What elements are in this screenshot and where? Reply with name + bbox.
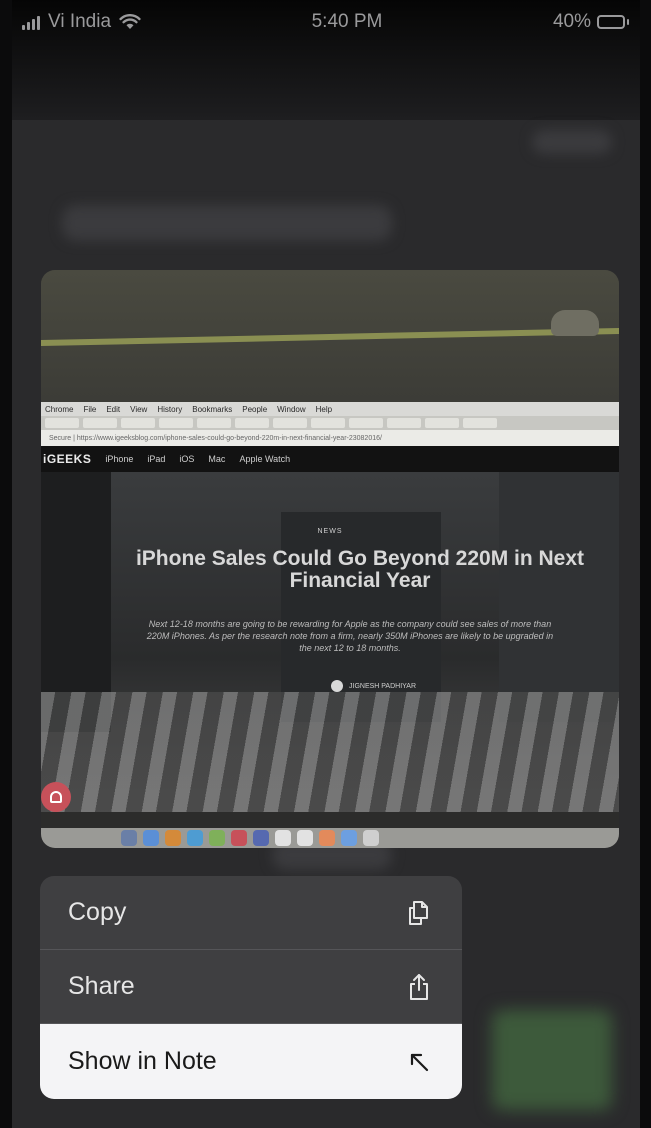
background-blur-image: [492, 1010, 612, 1110]
site-nav: iGEEKS iPhone iPad iOS Mac Apple Watch: [41, 446, 619, 472]
browser-menu-item: People: [242, 404, 268, 414]
copy-label: Copy: [68, 898, 127, 926]
browser-menu-item: View: [130, 404, 148, 414]
site-nav-item: Apple Watch: [239, 454, 291, 464]
site-logo: iGEEKS: [43, 452, 92, 466]
preview-card[interactable]: Chrome File Edit View History Bookmarks …: [41, 270, 619, 848]
copy-menu-item[interactable]: Copy: [40, 876, 462, 950]
notification-bell-icon: [41, 782, 71, 812]
status-left: Vi India: [22, 11, 141, 33]
browser-menu-item: Bookmarks: [192, 404, 233, 414]
browser-menubar: Chrome File Edit View History Bookmarks …: [41, 402, 619, 416]
photo-monitor-screen: Chrome File Edit View History Bookmarks …: [41, 402, 619, 848]
context-menu: Copy Share Show in Note: [40, 876, 462, 1099]
status-time: 5:40 PM: [311, 11, 383, 32]
browser-menu-item: Window: [277, 404, 306, 414]
browser-menu-item: Chrome: [45, 404, 74, 414]
copy-icon: [409, 900, 428, 925]
battery-percent: 40%: [552, 11, 591, 32]
article-tag: NEWS: [317, 528, 343, 535]
author-name: JIGNESH PADHIYAR: [349, 682, 417, 690]
arrow-up-left-icon: [410, 1053, 429, 1071]
share-label: Share: [68, 972, 135, 1000]
share-icon: [410, 973, 428, 1000]
status-bar: Vi India 5:40 PM 40%: [0, 0, 651, 44]
status-right: 40%: [553, 11, 629, 33]
article-author: JIGNESH PADHIYAR: [331, 680, 416, 692]
wifi-icon: [119, 14, 141, 29]
signal-icon: [22, 14, 40, 30]
photo-cup: [551, 310, 599, 336]
article-hero: NEWS iPhone Sales Could Go Beyond 220M i…: [41, 472, 619, 812]
author-avatar: [331, 680, 343, 692]
article-headline: iPhone Sales Could Go Beyond 220M in Nex…: [135, 547, 585, 592]
browser-menu-item: History: [157, 404, 183, 414]
carrier-label: Vi India: [48, 11, 112, 32]
article-lede: Next 12-18 months are going to be reward…: [146, 619, 554, 653]
site-nav-item: iPhone: [105, 454, 134, 464]
browser-menu-item: File: [83, 404, 97, 414]
browser-url: Secure | https://www.igeeksblog.com/ipho…: [41, 430, 619, 446]
browser-menu-item: Edit: [106, 404, 121, 414]
battery-icon: [596, 15, 629, 29]
hero-crosswalk: [41, 692, 619, 812]
site-nav-item: iOS: [179, 454, 195, 464]
hero-building: [499, 472, 619, 722]
mac-dock: [41, 828, 619, 848]
background-blur-bar: [532, 130, 612, 154]
site-nav-item: Mac: [208, 454, 226, 464]
show-in-note-menu-item[interactable]: Show in Note: [40, 1024, 462, 1099]
browser-tabbar: [41, 416, 619, 430]
show-in-note-label: Show in Note: [68, 1047, 217, 1075]
site-nav-item: iPad: [147, 454, 166, 464]
share-menu-item[interactable]: Share: [40, 950, 462, 1024]
browser-menu-item: Help: [315, 404, 333, 414]
background-blur-bar: [62, 205, 392, 241]
